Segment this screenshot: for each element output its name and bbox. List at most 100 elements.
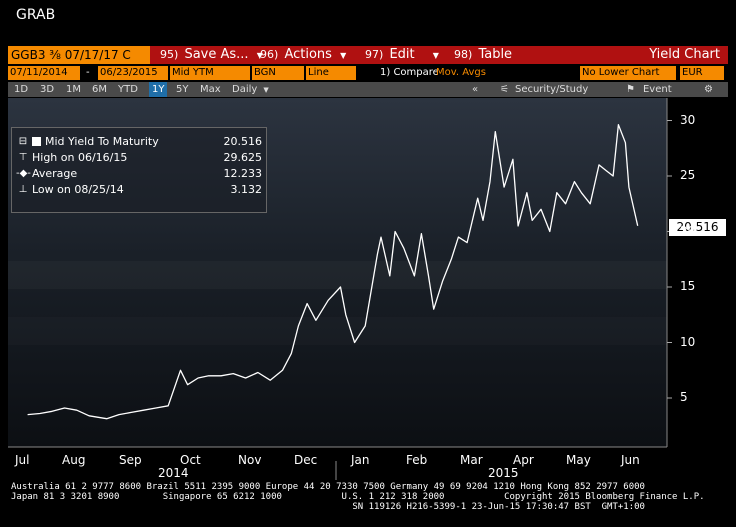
data-point xyxy=(297,324,300,327)
data-point xyxy=(394,230,397,233)
legend-low: ⊥ Low on 08/25/14 3.132 xyxy=(16,182,262,198)
x-tick-label: Oct xyxy=(180,453,201,467)
footer-line: Australia 61 2 9777 8600 Brazil 5511 239… xyxy=(11,482,645,492)
data-point xyxy=(402,247,405,250)
legend-series-text: Mid Yield To Maturity xyxy=(45,135,159,148)
legend-low-label: Low on 08/25/14 xyxy=(32,183,124,196)
y-tick-label: 20 xyxy=(680,223,696,238)
data-point xyxy=(482,219,485,222)
data-point xyxy=(130,411,133,414)
data-point xyxy=(232,372,235,375)
data-point xyxy=(589,202,592,205)
data-point xyxy=(441,280,444,283)
y-tick-label: 5 xyxy=(680,390,688,404)
data-point xyxy=(564,202,567,205)
data-point xyxy=(364,324,367,327)
x-tick-label: Dec xyxy=(294,453,318,467)
data-point xyxy=(573,180,576,183)
data-point xyxy=(612,175,615,178)
footer: Australia 61 2 9777 8600 Brazil 5511 239… xyxy=(11,482,705,512)
data-point xyxy=(51,410,54,413)
data-point xyxy=(186,383,189,386)
average-marker-icon: -◆- xyxy=(16,168,31,179)
data-point xyxy=(327,299,330,302)
data-point xyxy=(580,191,583,194)
data-point xyxy=(197,377,200,380)
yield-chart xyxy=(8,98,672,480)
legend-low-value: 3.132 xyxy=(230,183,263,196)
year-label: 2015 xyxy=(488,466,519,480)
x-tick-label: Jun xyxy=(621,453,640,467)
footer-line: Japan 81 3 3201 8900 Singapore 65 6212 1… xyxy=(11,492,705,502)
data-point xyxy=(306,302,309,305)
x-tick-label: Aug xyxy=(62,453,86,467)
data-point xyxy=(154,407,157,410)
data-point xyxy=(627,186,630,189)
y-tick-label: 30 xyxy=(680,112,696,127)
data-point xyxy=(75,409,78,412)
data-point xyxy=(105,417,108,420)
data-point xyxy=(118,413,121,416)
x-tick-label: Feb xyxy=(406,453,428,467)
data-point xyxy=(63,407,66,410)
data-point xyxy=(179,369,182,372)
data-point xyxy=(466,241,469,244)
year-label: 2014 xyxy=(158,466,189,480)
series-color-swatch xyxy=(32,137,41,146)
data-point xyxy=(548,230,551,233)
data-point xyxy=(344,313,347,316)
data-point xyxy=(376,252,379,255)
data-point xyxy=(339,286,342,289)
data-point xyxy=(244,377,247,380)
x-tick-label: Apr xyxy=(513,453,534,467)
data-point xyxy=(605,169,608,172)
data-point xyxy=(38,412,41,415)
data-point xyxy=(494,130,497,133)
x-tick-label: Jul xyxy=(15,453,30,467)
data-point xyxy=(503,186,506,189)
data-point xyxy=(598,163,601,166)
data-point xyxy=(617,123,620,126)
data-point xyxy=(413,274,416,277)
data-point xyxy=(555,191,558,194)
y-tick-label: 15 xyxy=(680,279,696,293)
data-point xyxy=(432,308,435,311)
data-point xyxy=(525,191,528,194)
data-point xyxy=(269,379,272,382)
data-point xyxy=(420,232,423,235)
high-marker-icon: ⊤ xyxy=(18,152,28,163)
data-point xyxy=(256,371,259,374)
data-point xyxy=(450,258,453,261)
x-tick-label: Mar xyxy=(460,453,483,467)
legend-series-value: 20.516 xyxy=(223,135,263,148)
data-point xyxy=(511,158,514,161)
data-point xyxy=(636,224,639,227)
data-point xyxy=(457,236,460,239)
y-tick-label: 10 xyxy=(680,334,696,349)
data-point xyxy=(220,374,223,377)
data-point xyxy=(281,369,284,372)
data-point xyxy=(489,180,492,183)
last-value-tag: 20.516 xyxy=(669,219,726,236)
legend-high-value: 29.625 xyxy=(223,151,263,164)
x-tick-label: Nov xyxy=(238,453,262,467)
legend-high: ⊤ High on 06/16/15 29.625 xyxy=(16,150,262,166)
x-tick-label: Sep xyxy=(119,453,142,467)
legend-average-value: 12.233 xyxy=(223,167,263,180)
data-point xyxy=(142,409,145,412)
data-point xyxy=(353,341,356,344)
low-marker-icon: ⊥ xyxy=(18,184,28,195)
data-point xyxy=(531,219,534,222)
legend-high-label: High on 06/16/15 xyxy=(32,151,128,164)
data-point xyxy=(540,208,543,211)
legend-series: ⊟ Mid Yield To Maturity 20.516 xyxy=(16,134,262,150)
data-point xyxy=(290,352,293,355)
legend-series-label: Mid Yield To Maturity xyxy=(32,134,159,150)
data-point xyxy=(314,319,317,322)
data-point xyxy=(88,414,91,417)
collapse-icon[interactable]: ⊟ xyxy=(16,134,30,150)
x-tick-label: Jan xyxy=(351,453,370,467)
data-point xyxy=(207,374,210,377)
data-point xyxy=(517,225,520,228)
footer-line: SN 119126 H216-5399-1 23-Jun-15 17:30:47… xyxy=(11,502,645,512)
